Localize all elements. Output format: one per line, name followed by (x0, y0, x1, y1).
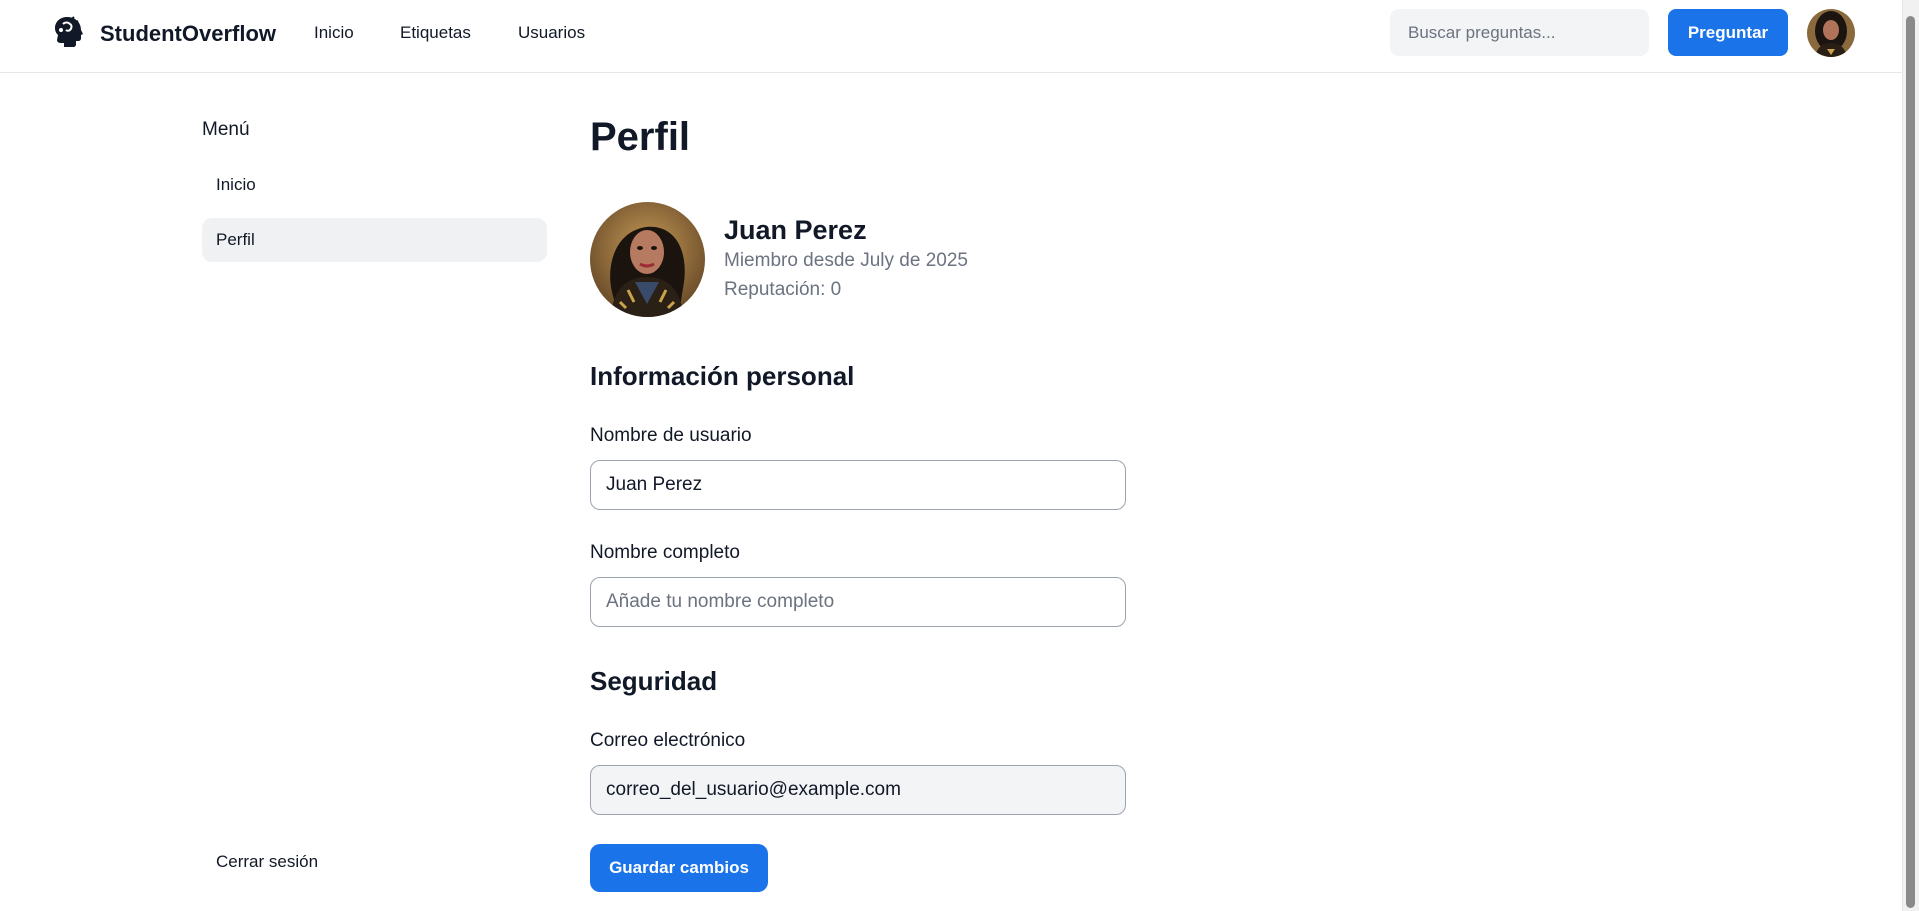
scrollbar-thumb[interactable] (1906, 16, 1915, 908)
search-input[interactable] (1390, 9, 1649, 56)
reputation-text: Reputación: 0 (724, 279, 842, 300)
page-title: Perfil (590, 115, 691, 159)
profile-name: Juan Perez (724, 215, 867, 245)
sidebar-item-inicio[interactable]: Inicio (202, 163, 547, 207)
brand-name[interactable]: StudentOverflow (100, 21, 276, 47)
username-label: Nombre de usuario (590, 425, 752, 446)
ask-question-button[interactable]: Preguntar (1668, 9, 1788, 56)
sidebar-item-perfil[interactable]: Perfil (202, 218, 547, 262)
section-title-security: Seguridad (590, 666, 718, 696)
nav-etiquetas[interactable]: Etiquetas (400, 23, 471, 43)
username-field[interactable] (590, 460, 1126, 510)
brain-head-icon[interactable] (49, 14, 85, 50)
profile-avatar (590, 202, 705, 317)
email-field[interactable] (590, 765, 1126, 815)
sidebar-heading: Menú (202, 119, 250, 140)
logout-link[interactable]: Cerrar sesión (216, 852, 318, 872)
nav-inicio[interactable]: Inicio (314, 23, 354, 43)
email-label: Correo electrónico (590, 730, 746, 751)
section-title-personal: Información personal (590, 361, 855, 391)
nav-usuarios[interactable]: Usuarios (518, 23, 585, 43)
top-navbar: StudentOverflow Inicio Etiquetas Usuario… (0, 0, 1902, 73)
fullname-label: Nombre completo (590, 542, 740, 563)
member-since-text: Miembro desde July de 2025 (724, 250, 968, 271)
save-changes-button[interactable]: Guardar cambios (590, 844, 768, 892)
fullname-field[interactable] (590, 577, 1126, 627)
user-avatar[interactable] (1807, 9, 1855, 57)
